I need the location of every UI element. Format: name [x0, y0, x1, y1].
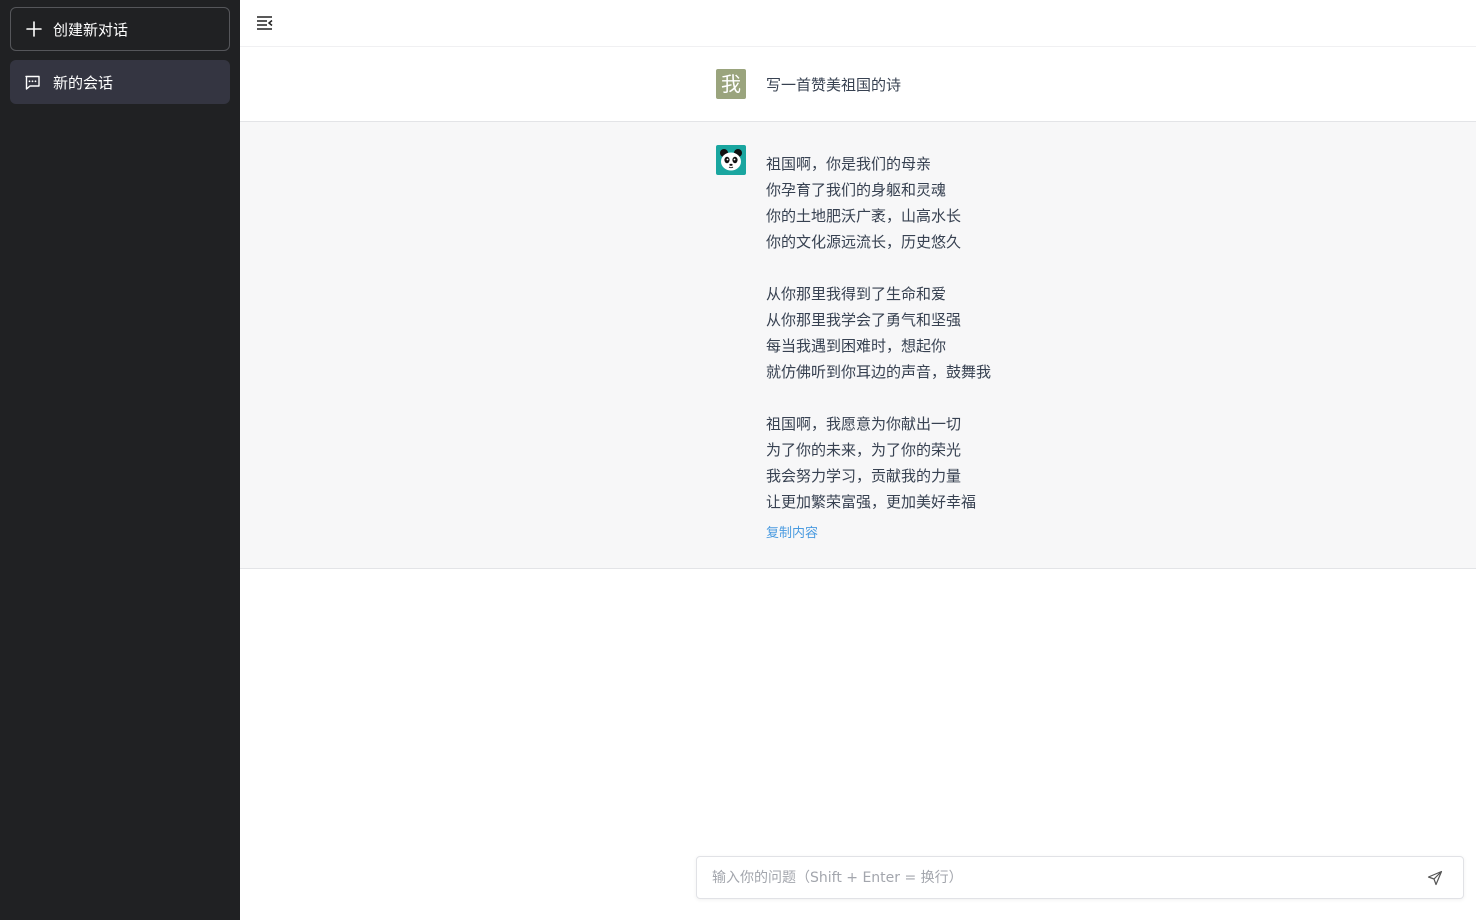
poem-line-blank [766, 385, 991, 411]
poem-line: 你孕育了我们的身躯和灵魂 [766, 181, 947, 199]
message-input[interactable] [697, 857, 1397, 898]
poem-line: 让更加繁荣富强，更加美好幸福 [766, 493, 977, 511]
menu-collapse-icon[interactable] [256, 14, 274, 32]
poem-line: 从你那里我学会了勇气和坚强 [766, 311, 962, 329]
top-bar [240, 0, 1476, 47]
poem-line: 每当我遇到困难时，想起你 [766, 337, 947, 355]
poem-line: 你的土地肥沃广袤，山高水长 [766, 207, 962, 225]
user-avatar: 我 [716, 69, 746, 99]
bot-message-row: 祖国啊，你是我们的母亲 你孕育了我们的身躯和灵魂 你的土地肥沃广袤，山高水长 你… [240, 122, 1476, 569]
poem-line: 祖国啊，你是我们的母亲 [766, 155, 932, 173]
sidebar-item-conversation[interactable]: 新的会话 [10, 60, 230, 104]
send-icon[interactable] [1427, 870, 1443, 886]
poem-line-blank [766, 255, 991, 281]
poem-line: 从你那里我得到了生命和爱 [766, 285, 947, 303]
new-chat-button[interactable]: 创建新对话 [10, 7, 230, 51]
sidebar: 创建新对话 新的会话 [0, 0, 240, 920]
bot-message-text: 祖国啊，你是我们的母亲 你孕育了我们的身躯和灵魂 你的土地肥沃广袤，山高水长 你… [766, 151, 991, 515]
poem-line: 为了你的未来，为了你的荣光 [766, 441, 962, 459]
app-root: 创建新对话 新的会话 我 写一首赞美祖国的诗 祖国啊，你是我们的母亲 你孕育了我… [0, 0, 1476, 920]
copy-content-link[interactable]: 复制内容 [766, 522, 818, 541]
poem-line: 祖国啊，我愿意为你献出一切 [766, 415, 962, 433]
chat-bubble-icon [25, 75, 40, 90]
plus-icon [26, 21, 42, 37]
chat-main: 我 写一首赞美祖国的诗 祖国啊，你是我们的母亲 你孕育了我们的身躯和灵魂 你的土… [240, 0, 1476, 920]
conversation-title: 新的会话 [53, 73, 114, 92]
panda-avatar-icon [716, 145, 746, 175]
message-input-bar [696, 856, 1464, 899]
poem-line: 你的文化源远流长，历史悠久 [766, 233, 962, 251]
poem-line: 就仿佛听到你耳边的声音，鼓舞我 [766, 363, 992, 381]
user-message-text: 写一首赞美祖国的诗 [766, 76, 902, 94]
poem-line: 我会努力学习，贡献我的力量 [766, 467, 962, 485]
new-chat-label: 创建新对话 [53, 20, 129, 39]
user-message-row: 我 写一首赞美祖国的诗 [240, 47, 1476, 122]
